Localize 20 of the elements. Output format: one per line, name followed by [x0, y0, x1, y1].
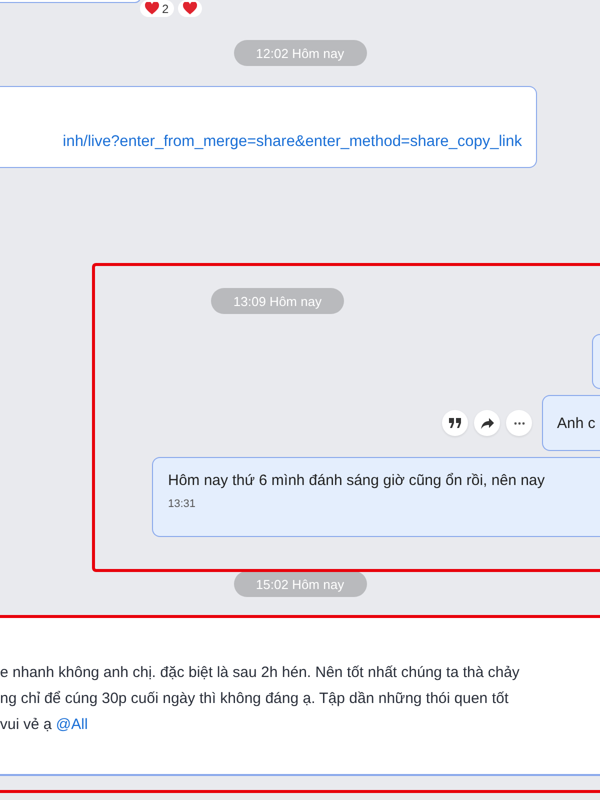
reaction-chip[interactable]: 2 — [140, 0, 174, 17]
forward-button[interactable] — [474, 410, 500, 436]
time-divider: 15:02 Hôm nay — [234, 571, 366, 597]
message-time: 13:31 — [168, 498, 197, 510]
message-bubble: Anh c — [542, 395, 600, 451]
heart-icon — [182, 2, 197, 15]
heart-icon — [145, 2, 159, 15]
message-bubble — [592, 334, 600, 389]
message-text: e nhanh không anh chị. đặc biệt là sau 2h hén. Nên tốt nhất chúng ta thà chảy ng chỉ để cúng 30p cuối ngày thì không đáng ạ. Tập dần những thói quen tốt vui vẻ ạ @All — [0, 663, 521, 735]
reaction-count: 2 — [162, 2, 169, 16]
quote-button[interactable] — [442, 410, 468, 436]
more-icon — [514, 422, 524, 424]
message-link[interactable]: inh/live?enter_from_merge=share&enter_method=share_copy_link — [62, 133, 522, 151]
time-divider: 13:09 Hôm nay — [211, 288, 344, 314]
quote-icon — [449, 418, 461, 428]
mention-link[interactable]: @All — [56, 716, 88, 733]
time-divider: 12:02 Hôm nay — [234, 40, 366, 66]
forward-icon — [480, 418, 494, 428]
reaction-chip[interactable] — [178, 0, 202, 17]
message-text: Hôm nay thứ 6 mình đánh sáng giờ cũng ổn rồi, nên nay — [168, 472, 546, 489]
